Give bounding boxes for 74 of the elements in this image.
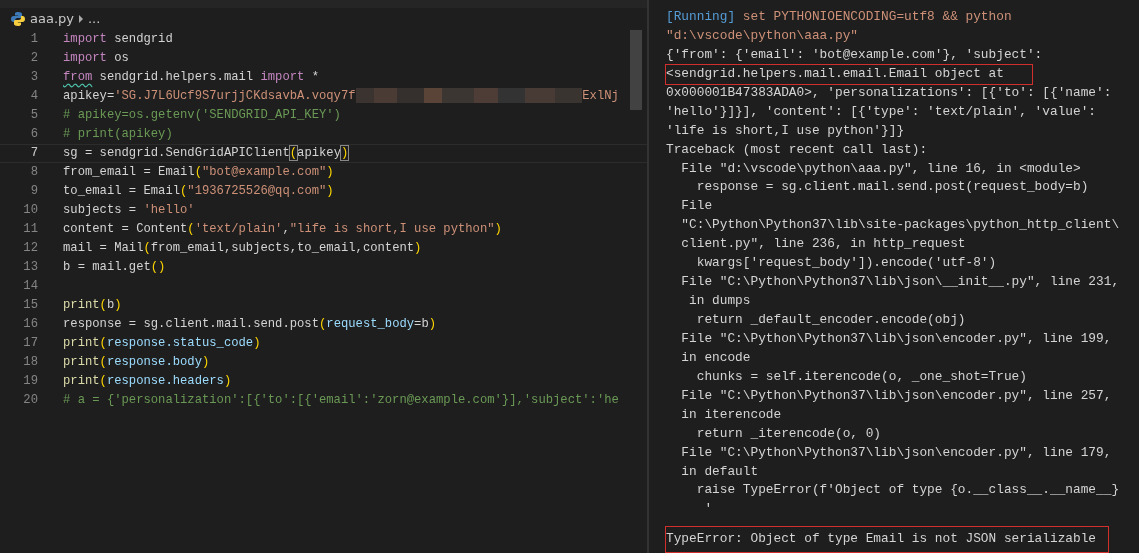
line-number: 4 xyxy=(29,88,38,105)
output-line: return _iterencode(o, 0) xyxy=(695,424,882,443)
output-line: <sendgrid.helpers.mail.email.Email object at xyxy=(666,64,1032,84)
output-line: "C:\Python\Python37\lib\site-packages\python_http_client\ xyxy=(680,216,1120,235)
code-line: import os xyxy=(63,50,129,67)
line-number: 19 xyxy=(22,373,38,390)
line-number: 9 xyxy=(29,183,38,200)
code-text: 'SG.J7L6Ucf9S7urjjCKdsavbA.voqy7f xyxy=(114,89,356,103)
code-line: # a = {'personalization':[{'to':[{'email':'zorn@example.com'}],'subject':'he xyxy=(63,392,619,409)
code-line: to_email = Email("1936725526@qq.com") xyxy=(63,183,334,200)
output-line: [Running] set PYTHONIOENCODING=utf8 && python xyxy=(666,8,1012,26)
line-number: 3 xyxy=(29,69,38,86)
line-number: 8 xyxy=(29,164,38,181)
code-text: apikey= xyxy=(63,89,115,103)
code-line: print(b) xyxy=(63,297,122,314)
output-line: TypeError: Object of type Email is not JSON serializable xyxy=(666,527,1109,553)
line-number: 13 xyxy=(22,259,38,276)
output-line: 0x000001B47383ADA0>, 'personalizations': [{'to': [{'name': xyxy=(666,83,1112,102)
line-number: 12 xyxy=(22,240,38,257)
code-line: import sendgrid xyxy=(63,31,173,48)
file-name[interactable]: aaa.py xyxy=(30,8,74,30)
output-line: {'from': {'email': 'bot@example.com'}, 'subject': xyxy=(666,45,1043,64)
output-line: in encode xyxy=(680,348,751,367)
python-file-icon xyxy=(10,11,26,27)
line-number: 6 xyxy=(29,126,38,143)
output-line: File "d:\vscode\python\aaa.py", line 16, in <module> xyxy=(680,159,1081,178)
code-line: print(response.headers) xyxy=(63,373,232,390)
line-number: 16 xyxy=(22,316,38,333)
output-line: return _default_encoder.encode(obj) xyxy=(695,311,966,329)
code-line: from_email = Email("bot@example.com") xyxy=(63,164,334,181)
code-line: sg = sendgrid.SendGridAPIClient(apikey) xyxy=(63,145,349,162)
output-line: File xyxy=(680,197,713,216)
output-line: in default xyxy=(680,462,759,481)
code-line: print(response.body) xyxy=(63,354,210,371)
scrollbar-thumb[interactable] xyxy=(630,30,642,110)
output-line: response = sg.client.mail.send.post(request_body=b) xyxy=(695,178,1089,197)
output-line: ' xyxy=(703,500,713,519)
code-line: b = mail.get() xyxy=(63,259,166,276)
code-line: from sendgrid.helpers.mail import * xyxy=(63,69,319,86)
code-line: mail = Mail(from_email,subjects,to_email,content) xyxy=(63,240,422,257)
output-line: kwargs['request_body']).encode('utf-8') xyxy=(695,254,997,273)
line-number: 15 xyxy=(22,297,38,314)
code-line: subjects = 'hello' xyxy=(63,202,195,219)
output-line: 'hello'}]}], 'content': [{'type': 'text/plain', 'value': xyxy=(666,102,1097,121)
output-line: File "C:\Python\Python37\lib\json\encoder.py", line 179, xyxy=(680,443,1112,462)
output-line: 'life is short,I use python'}]} xyxy=(666,121,905,140)
line-number: 20 xyxy=(22,392,38,409)
output-line: in dumps xyxy=(688,292,751,311)
output-line: raise TypeError(f'Object of type {o.__class__.__name__} xyxy=(695,481,1120,500)
line-number: 10 xyxy=(22,202,38,219)
line-number: 18 xyxy=(22,354,38,371)
line-number: 2 xyxy=(29,50,38,67)
line-number: 11 xyxy=(22,221,38,238)
line-number: 17 xyxy=(22,335,38,352)
output-line: Traceback (most recent call last): xyxy=(666,140,928,159)
line-number: 5 xyxy=(29,107,38,124)
chevron-icon xyxy=(78,15,84,23)
output-line: "d:\vscode\python\aaa.py" xyxy=(666,26,858,45)
breadcrumb-more[interactable]: ... xyxy=(88,8,101,30)
output-line: File "C:\Python\Python37\lib\json\__init__.py", line 231, xyxy=(680,273,1120,292)
output-line: File "C:\Python\Python37\lib\json\encoder.py", line 199, xyxy=(680,329,1112,348)
code-line: response = sg.client.mail.send.post(request_body=b) xyxy=(63,316,437,333)
code-line: # apikey=os.getenv('SENDGRID_API_KEY') xyxy=(63,107,341,124)
output-line: chunks = self.iterencode(o, _one_shot=True) xyxy=(695,367,1027,386)
code-text: ExlNj xyxy=(582,89,619,103)
line-number: 7 xyxy=(29,145,38,162)
line-number: 14 xyxy=(22,278,38,295)
line-number: 1 xyxy=(29,31,38,48)
output-line: client.py", line 236, in http_request xyxy=(680,235,966,254)
code-line: # print(apikey) xyxy=(63,126,173,143)
output-line: File "C:\Python\Python37\lib\json\encoder.py", line 257, xyxy=(680,386,1112,405)
output-line: in iterencode xyxy=(680,405,782,424)
code-line: content = Content('text/plain',"life is short,I use python") xyxy=(63,221,502,238)
code-line: print(response.status_code) xyxy=(63,335,261,352)
